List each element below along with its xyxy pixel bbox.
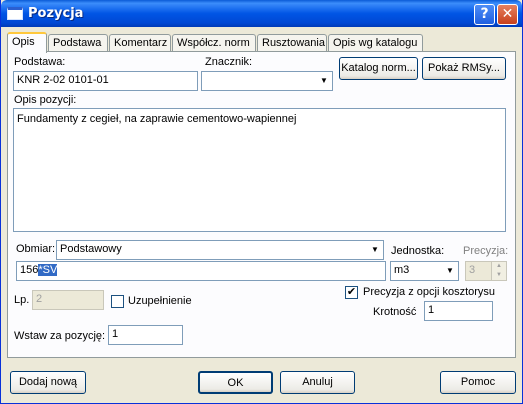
wstaw-input[interactable]: 1	[108, 325, 183, 345]
lp-label: Lp.	[14, 294, 30, 306]
obmiar-expression-number: 156	[20, 264, 39, 276]
podstawa-label: Podstawa:	[14, 56, 66, 68]
opis-pozycji-textarea[interactable]: Fundamenty z cegieł, na zaprawie cemento…	[13, 108, 506, 232]
obmiar-value: Podstawowy	[60, 243, 122, 255]
uzupelnienie-checkbox[interactable]	[111, 295, 124, 308]
opis-pozycji-label: Opis pozycji:	[14, 94, 77, 106]
katalog-norm-button[interactable]: Katalog norm...	[339, 57, 418, 80]
precyzja-spinner: ▲ ▼	[491, 261, 507, 281]
tab-opis[interactable]: Opis	[7, 32, 47, 53]
obmiar-expression-selection: *SV	[38, 264, 58, 276]
chevron-down-icon[interactable]: ▼	[367, 241, 383, 259]
spin-up-icon: ▲	[496, 263, 502, 269]
uzupelnienie-label: Uzupełnienie	[128, 295, 192, 307]
znacznik-combo[interactable]: ▼	[201, 71, 333, 91]
jednostka-value: m3	[394, 264, 410, 276]
lp-input: 2	[32, 290, 104, 310]
wstaw-label: Wstaw za pozycję:	[14, 330, 106, 342]
ok-button[interactable]: OK	[198, 371, 273, 394]
tab-podstawa[interactable]: Podstawa	[48, 34, 108, 52]
krotnosc-label: Krotność	[373, 306, 417, 318]
podstawa-input[interactable]: KNR 2-02 0101-01	[13, 71, 198, 91]
precyzja-label: Precyzja:	[463, 245, 509, 257]
jednostka-label: Jednostka:	[391, 245, 445, 257]
obmiar-label: Obmiar:	[16, 243, 56, 255]
chevron-down-icon[interactable]: ▼	[316, 72, 332, 90]
title-bar[interactable]: Pozycja ? ✕	[1, 0, 522, 27]
tab-wspolcz-norm[interactable]: Współcz. norm	[172, 34, 256, 52]
pomoc-button[interactable]: Pomoc	[440, 371, 516, 394]
precyzja-opcji-label: Precyzja z opcji kosztorysu	[363, 286, 496, 298]
anuluj-button[interactable]: Anuluj	[280, 371, 355, 394]
window-title: Pozycja	[28, 6, 84, 21]
window-icon	[7, 7, 23, 20]
precyzja-opcji-checkbox[interactable]: ✔	[345, 286, 358, 299]
help-button[interactable]: ?	[474, 4, 495, 25]
obmiar-expression-input[interactable]: 156*SV	[16, 261, 386, 281]
pozycja-dialog: Pozycja ? ✕ Opis Podstawa Komentarz Wspó…	[0, 0, 523, 404]
tab-opis-wg-katalogu[interactable]: Opis wg katalogu	[328, 34, 423, 52]
jednostka-combo[interactable]: m3 ▼	[390, 261, 459, 281]
tab-rusztowania[interactable]: Rusztowania	[257, 34, 327, 52]
obmiar-combo[interactable]: Podstawowy ▼	[56, 240, 384, 260]
spin-down-icon: ▼	[496, 272, 502, 278]
precyzja-input: 3	[465, 261, 493, 281]
dodaj-nowa-button[interactable]: Dodaj nową	[10, 371, 86, 394]
close-button[interactable]: ✕	[497, 4, 518, 25]
tab-komentarz[interactable]: Komentarz	[109, 34, 171, 52]
chevron-down-icon[interactable]: ▼	[442, 262, 458, 280]
znacznik-label: Znacznik:	[205, 56, 253, 68]
krotnosc-input[interactable]: 1	[424, 301, 493, 321]
pokaz-rmsy-button[interactable]: Pokaż RMSy...	[422, 57, 506, 80]
